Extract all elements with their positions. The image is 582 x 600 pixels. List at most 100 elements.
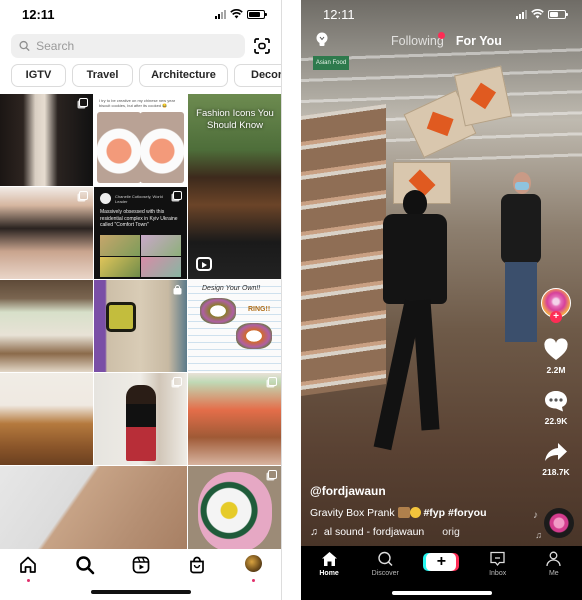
home-indicator[interactable] [90, 590, 191, 594]
status-bar: 12:11 [301, 0, 582, 28]
status-time: 12:11 [323, 6, 355, 22]
cardboard-box [454, 65, 512, 127]
explore-post-arm-closeup[interactable] [0, 466, 187, 558]
battery-icon [247, 9, 267, 19]
notification-dot [438, 32, 445, 39]
music-note-icon: ♫ [535, 530, 542, 540]
carousel-icon [79, 98, 88, 107]
sound-link[interactable]: ♫ al sound - fordjawaun orig [310, 526, 530, 538]
tab-label: Me [548, 570, 559, 577]
notification-dot [26, 579, 30, 582]
person-icon [546, 551, 561, 567]
tab-label: Home [319, 570, 339, 577]
drawing-heading: Design Your Own!! [202, 285, 261, 292]
heart-icon [544, 338, 568, 360]
tab-label: Discover [371, 570, 399, 577]
status-time: 12:11 [22, 6, 55, 22]
search-icon [19, 40, 30, 52]
carousel-icon [173, 377, 182, 386]
home-icon [321, 552, 337, 566]
shopping-bag-icon [173, 285, 182, 295]
reels-icon [132, 556, 150, 574]
avatar [245, 555, 263, 572]
explore-post-cookies[interactable]: I try to be creative on my chinese new y… [94, 94, 187, 186]
wifi-icon [230, 9, 243, 19]
search-icon [378, 551, 393, 567]
share-arrow-icon [544, 443, 567, 461]
sound-disc[interactable] [544, 508, 574, 538]
explore-post-hallway[interactable] [0, 373, 93, 465]
feed-tabs: Following For You [391, 32, 502, 48]
tab-home[interactable] [14, 555, 42, 585]
chip-decor[interactable]: Decor [234, 64, 281, 87]
hashtags[interactable]: #fyp #foryou [423, 507, 486, 519]
carousel-icon [268, 377, 277, 386]
tab-me[interactable]: Me [529, 551, 579, 600]
inbox-icon [490, 551, 505, 567]
creator-username[interactable]: @fordjawaun [310, 484, 530, 498]
carousel-icon [173, 191, 182, 200]
wifi-icon [531, 9, 544, 19]
shopping-bag-icon [190, 556, 205, 574]
reels-icon [196, 257, 212, 271]
tab-label: Inbox [489, 570, 507, 577]
video-description: Gravity Box Prank [310, 507, 395, 519]
tab-for-you[interactable]: For You [456, 34, 502, 48]
explore-post-living-room[interactable] [0, 280, 93, 372]
explore-reel-fashion-icons[interactable]: Fashion Icons You Should Know [188, 94, 281, 279]
store-sign: Asian Food [313, 56, 349, 70]
explore-post-plaid-skirt[interactable] [94, 373, 187, 465]
laughing-emoji-icon [409, 507, 421, 518]
follow-button[interactable]: + [550, 311, 562, 323]
tab-following[interactable]: Following [391, 34, 444, 48]
lightbulb-icon[interactable] [315, 32, 329, 48]
search-bar[interactable] [11, 34, 245, 58]
explore-post-polka-dress[interactable] [0, 187, 93, 279]
carousel-icon [79, 191, 88, 200]
instagram-explore-screen: 12:11 IGTV Travel Architecture Decor I t… [0, 0, 282, 600]
explore-post-snakeskin-bag[interactable] [94, 280, 187, 372]
chip-architecture[interactable]: Architecture [139, 64, 228, 87]
music-note-icon: ♫ [310, 526, 318, 538]
tab-search[interactable] [71, 555, 99, 585]
chip-igtv[interactable]: IGTV [11, 64, 66, 87]
action-rail: + 2.2M 22.9K 218.7K [536, 288, 576, 477]
creator-avatar[interactable]: + [541, 288, 571, 323]
like-button[interactable]: 2.2M [543, 338, 569, 375]
tab-reels[interactable] [127, 555, 155, 585]
chip-travel[interactable]: Travel [72, 64, 133, 87]
cellular-signal-icon [215, 9, 226, 19]
topic-chips: IGTV Travel Architecture Decor [11, 64, 281, 87]
tab-shop[interactable] [183, 555, 211, 585]
battery-icon [548, 9, 568, 19]
comment-icon [545, 391, 567, 412]
person-throwing [373, 190, 449, 460]
notification-dot [252, 579, 256, 582]
post-caption: I try to be creative on my chinese new y… [99, 98, 176, 108]
music-note-icon: ♪ [533, 510, 538, 521]
post-photo [97, 112, 141, 183]
search-input[interactable] [36, 39, 245, 53]
like-count: 2.2M [546, 365, 566, 375]
qr-scan-icon[interactable] [253, 37, 271, 55]
home-indicator[interactable] [391, 591, 492, 595]
explore-post-nutella-pot[interactable] [188, 373, 281, 465]
package-emoji-icon [397, 507, 410, 518]
explore-post-gown[interactable] [0, 94, 93, 186]
share-button[interactable]: 218.7K [542, 440, 570, 477]
create-button[interactable]: + [426, 553, 457, 571]
tweet-author: Chanelle Cutloosely, World Leader [115, 194, 163, 204]
comment-button[interactable]: 22.9K [543, 389, 569, 426]
tweet-text: Massively obsessed with this residential… [100, 209, 178, 228]
carousel-icon [268, 470, 277, 479]
tab-home[interactable]: Home [304, 551, 354, 600]
explore-post-flower-rug[interactable] [188, 466, 281, 558]
tiktok-for-you-screen: 12:11 Following For You Asian Food + 2.2… [301, 0, 582, 600]
explore-post-tweet[interactable]: Chanelle Cutloosely, World Leader Massiv… [94, 187, 187, 279]
explore-post-ring-drawing[interactable]: Design Your Own!! RING!! [188, 280, 281, 372]
status-bar: 12:11 [0, 0, 281, 28]
post-photo [140, 112, 184, 183]
tab-profile[interactable] [240, 555, 268, 585]
sound-title-suffix: orig [442, 526, 460, 538]
search-icon [75, 556, 94, 575]
